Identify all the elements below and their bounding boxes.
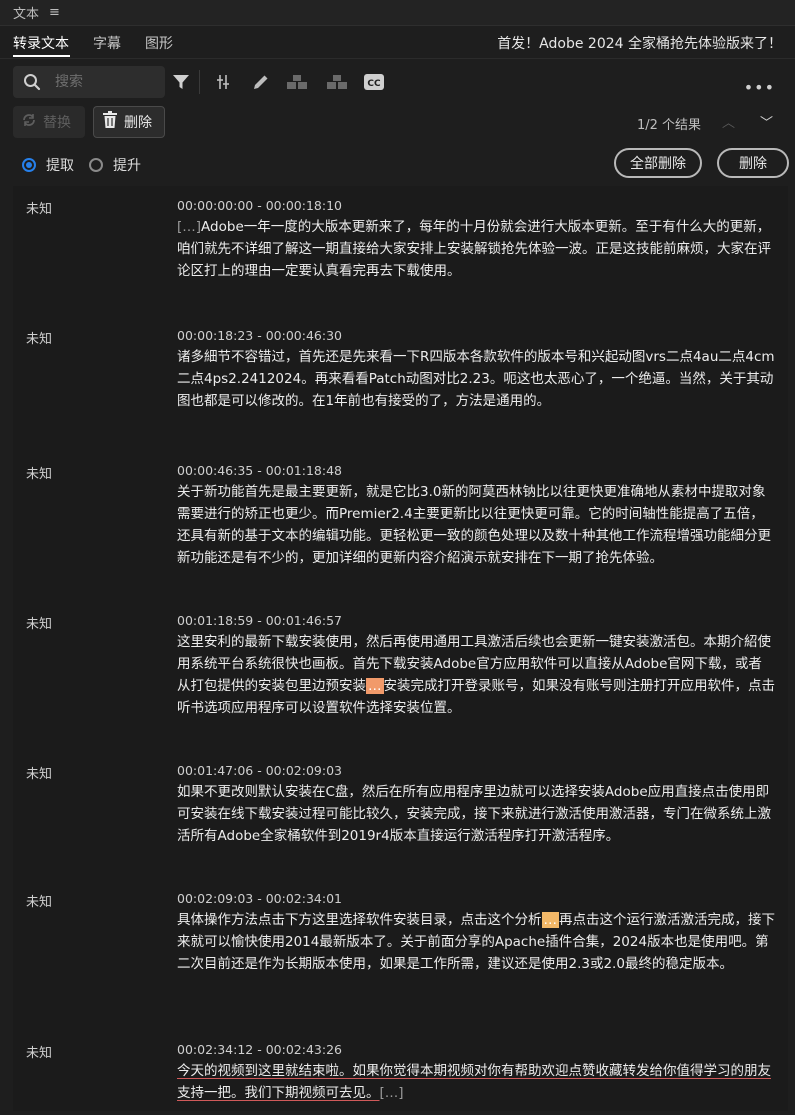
search-result-count: 1/2 个结果 — [636, 118, 701, 133]
transcript-segment[interactable]: 未知 00:01:47:06 - 00:02:09:03 如果不更改则默认安装在… — [13, 751, 788, 881]
segment-text-before: 具体操作方法点击下方这里选择软件安装目录，点击这个分析 — [177, 912, 542, 928]
transcript-segment[interactable]: 未知 00:02:09:03 - 00:02:34:01 具体操作方法点击下方这… — [13, 879, 788, 1034]
panel-menu-icon[interactable]: ≡ — [49, 5, 60, 20]
svg-text:CC: CC — [367, 79, 381, 89]
panel-header: 文本 ≡ — [0, 0, 795, 26]
search-match-highlight[interactable]: … — [366, 678, 384, 694]
transcript-segment[interactable]: 未知 00:00:18:23 - 00:00:46:30 诸多細节不容错过，首先… — [13, 316, 788, 451]
more-options-icon[interactable]: ••• — [744, 78, 775, 97]
segment-text[interactable]: […]Adobe一年一度的大版本更新来了，每年的十月份就会进行大版本更新。至于有… — [177, 216, 775, 282]
speaker-label[interactable]: 未知 — [26, 1042, 52, 1061]
pencil-icon[interactable] — [252, 72, 270, 92]
sequence-title: 首发！Adobe 2024 全家桶抢先体验版来了！ — [497, 36, 782, 52]
segment-text[interactable]: 诸多細节不容错过，首先还是先来看一下R四版本各款软件的版本号和兴起动图vrs二点… — [177, 346, 775, 412]
replace-icon — [21, 112, 37, 132]
segment-timecode[interactable]: 00:00:00:00 - 00:00:18:10 — [177, 198, 342, 213]
split-segment-icon[interactable] — [214, 72, 232, 92]
speaker-label[interactable]: 未知 — [26, 763, 52, 782]
transcript-segment[interactable]: 未知 00:00:00:00 - 00:00:18:10 […]Adobe一年一… — [13, 186, 788, 316]
lift-radio[interactable]: 提升 — [89, 155, 141, 175]
tab-graphics[interactable]: 图形 — [145, 33, 173, 53]
speaker-label[interactable]: 未知 — [26, 891, 52, 910]
merge-down-icon[interactable] — [326, 72, 348, 92]
active-tab-indicator — [13, 55, 70, 57]
delete-all-button[interactable]: 全部删除 — [614, 148, 702, 178]
segment-timecode[interactable]: 00:02:34:12 - 00:02:43:26 — [177, 1042, 342, 1057]
segment-timecode[interactable]: 00:02:09:03 - 00:02:34:01 — [177, 891, 342, 906]
transcript-segment[interactable]: 未知 00:00:46:35 - 00:01:18:48 关于新功能首先是最主要… — [13, 451, 788, 601]
delete-mode-row: 提取 提升 全部删除 删除 — [0, 146, 795, 180]
transcript-segment[interactable]: 未知 00:01:18:59 - 00:01:46:57 这里安利的最新下载安装… — [13, 601, 788, 751]
segment-timecode[interactable]: 00:00:46:35 - 00:01:18:48 — [177, 463, 342, 478]
search-input[interactable] — [55, 71, 155, 93]
search-box[interactable] — [13, 66, 165, 98]
toolbar: CC ••• — [0, 60, 795, 104]
lift-radio-dot — [89, 158, 103, 172]
segment-text[interactable]: 具体操作方法点击下方这里选择软件安装目录，点击这个分析… 再点击这个运行激活激活完… — [177, 909, 775, 975]
segment-timecode[interactable]: 00:01:47:06 - 00:02:09:03 — [177, 763, 342, 778]
segment-text[interactable]: 如果不更改则默认安装在C盘，然后在所有应用程序里边就可以选择安装Adobe应用直… — [177, 781, 775, 847]
tab-captions[interactable]: 字幕 — [93, 33, 121, 53]
filter-icon[interactable] — [172, 72, 190, 92]
segment-text[interactable]: 关于新功能首先是最主要更新，就是它比3.0新的阿莫西林钠比以往更快更准确地从素材… — [177, 481, 775, 569]
elision-marker: […] — [379, 1085, 404, 1101]
segment-text-body: 今天的视频到这里就结束啦。如果你觉得本期视频对你有帮助欢迎点赞收藏转发给你值得学… — [177, 1063, 771, 1101]
transcript-segment[interactable]: 未知 00:02:34:12 - 00:02:43:26 今天的视频到这里就结束… — [13, 1030, 788, 1110]
previous-result-icon[interactable]: ︿ — [722, 112, 735, 131]
speaker-label[interactable]: 未知 — [26, 198, 52, 217]
speaker-label[interactable]: 未知 — [26, 328, 52, 347]
segment-text[interactable]: 这里安利的最新下载安装使用，然后再使用通用工具激活后续也会更新一键安装激活包。本… — [177, 631, 775, 719]
captions-icon[interactable]: CC — [364, 72, 384, 92]
extract-radio[interactable]: 提取 — [22, 155, 74, 175]
segment-timecode[interactable]: 00:00:18:23 - 00:00:46:30 — [177, 328, 342, 343]
segment-text-body: Adobe一年一度的大版本更新来了，每年的十月份就会进行大版本更新。至于有什么大… — [177, 219, 771, 279]
toolbar-divider — [199, 70, 200, 94]
segment-timecode[interactable]: 00:01:18:59 - 00:01:46:57 — [177, 613, 342, 628]
next-result-icon[interactable]: ﹀ — [760, 112, 773, 131]
search-icon — [23, 73, 41, 95]
tab-bar: 转录文本 字幕 图形 首发！Adobe 2024 全家桶抢先体验版来了！ — [0, 27, 795, 59]
speaker-label[interactable]: 未知 — [26, 463, 52, 482]
delete-matches-button[interactable]: 删除 — [717, 148, 789, 178]
segment-text[interactable]: 今天的视频到这里就结束啦。如果你觉得本期视频对你有帮助欢迎点赞收藏转发给你值得学… — [177, 1060, 775, 1104]
tab-transcript[interactable]: 转录文本 — [13, 33, 69, 53]
trash-icon — [102, 111, 118, 133]
speaker-label[interactable]: 未知 — [26, 613, 52, 632]
action-row: 替换 删除 1/2 个结果 ︿ ﹀ — [0, 106, 795, 140]
lift-radio-label: 提升 — [113, 158, 141, 174]
replace-button[interactable]: 替换 — [13, 106, 85, 138]
merge-up-icon[interactable] — [286, 72, 308, 92]
extract-radio-dot — [22, 158, 36, 172]
panel-title: 文本 — [13, 7, 40, 22]
transcript-list: 未知 00:00:00:00 - 00:00:18:10 […]Adobe一年一… — [13, 186, 788, 1111]
delete-button[interactable]: 删除 — [93, 106, 165, 138]
extract-radio-label: 提取 — [46, 158, 74, 174]
delete-button-label: 删除 — [124, 115, 152, 131]
replace-button-label: 替换 — [43, 115, 71, 131]
elision-marker: […] — [177, 219, 202, 235]
search-match-highlight[interactable]: … — [541, 912, 559, 928]
